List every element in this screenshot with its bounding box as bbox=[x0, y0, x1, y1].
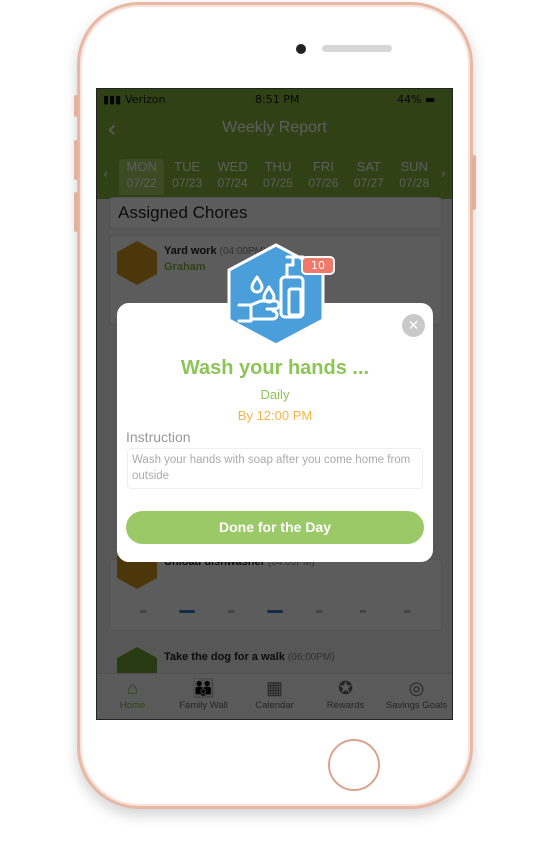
day-date: 07/23 bbox=[172, 176, 203, 190]
page-title: Weekly Report bbox=[222, 119, 327, 136]
close-button[interactable]: ✕ bbox=[402, 314, 425, 337]
clock: 8:51 PM bbox=[255, 93, 300, 106]
day-sat[interactable]: SAT 07/27 bbox=[346, 159, 391, 195]
chore-assignee: Graham bbox=[164, 261, 206, 273]
speaker bbox=[322, 45, 392, 52]
close-icon: ✕ bbox=[407, 317, 420, 333]
day-sun[interactable]: SUN 07/28 bbox=[392, 159, 437, 195]
day-thu[interactable]: THU 07/25 bbox=[255, 159, 300, 195]
next-week-button[interactable]: › bbox=[441, 167, 446, 182]
chore-modal: ✕ Wash your hands ... Daily By 12:00 PM … bbox=[117, 303, 433, 562]
award-icon: ✪ bbox=[337, 678, 354, 698]
mute-switch bbox=[74, 95, 78, 117]
tab-bar: ⌂ Home 👪 Family Wall ▦ Calendar ✪ Rewards ◎ Savin… bbox=[97, 673, 452, 719]
status-dash bbox=[140, 610, 146, 613]
battery-icon: ▬ bbox=[425, 93, 436, 106]
volume-up-button bbox=[74, 140, 78, 180]
app-screen: ▮▮▮ Verizon 8:51 PM 44% ▬ ‹ Weekly Repor… bbox=[96, 88, 453, 720]
day-date: 07/27 bbox=[353, 176, 384, 190]
assigned-chores-card: Assigned Chores bbox=[109, 197, 442, 229]
tab-label: Home bbox=[119, 700, 146, 711]
header: ▮▮▮ Verizon 8:51 PM 44% ▬ ‹ Weekly Repor… bbox=[97, 89, 452, 199]
tab-calendar[interactable]: ▦ Calendar bbox=[239, 674, 310, 719]
day-selector: MON 07/22 TUE 07/23 WED 07/24 THU 07/25 FRI 07/26… bbox=[119, 159, 437, 195]
chore-name: Take the dog for a walk (06:00PM) bbox=[164, 651, 335, 663]
instruction-label: Instruction bbox=[126, 429, 191, 445]
day-name: SAT bbox=[356, 159, 381, 174]
day-date: 07/28 bbox=[399, 176, 430, 190]
status-dash bbox=[360, 610, 366, 613]
tab-label: Savings Goals bbox=[385, 700, 448, 711]
power-button bbox=[472, 155, 476, 210]
chore-due-time: By 12:00 PM bbox=[237, 408, 313, 423]
day-name: FRI bbox=[312, 159, 334, 174]
tab-home[interactable]: ⌂ Home bbox=[97, 674, 168, 719]
day-date: 07/22 bbox=[126, 176, 157, 190]
day-wed[interactable]: WED 07/24 bbox=[210, 159, 255, 195]
done-for-the-day-button[interactable]: Done for the Day bbox=[126, 511, 424, 544]
chore-frequency: Daily bbox=[260, 387, 290, 402]
day-date: 07/25 bbox=[262, 176, 293, 190]
day-name: MON bbox=[126, 159, 157, 174]
home-button[interactable] bbox=[328, 739, 380, 791]
family-icon: 👪 bbox=[192, 678, 215, 698]
tab-savings-goals[interactable]: ◎ Savings Goals bbox=[381, 674, 452, 719]
day-date: 07/26 bbox=[308, 176, 339, 190]
target-icon: ◎ bbox=[408, 678, 425, 698]
signal-icon: ▮▮▮ bbox=[103, 93, 122, 106]
status-dash bbox=[179, 610, 195, 613]
prev-week-button[interactable]: ‹ bbox=[103, 167, 108, 182]
status-bar: ▮▮▮ Verizon 8:51 PM 44% ▬ bbox=[97, 93, 452, 111]
day-fri[interactable]: FRI 07/26 bbox=[301, 159, 346, 195]
day-mon[interactable]: MON 07/22 bbox=[119, 159, 165, 195]
status-dash bbox=[228, 610, 234, 613]
home-icon: ⌂ bbox=[127, 678, 138, 698]
volume-down-button bbox=[74, 192, 78, 232]
status-dash bbox=[316, 610, 322, 613]
calendar-icon: ▦ bbox=[265, 678, 283, 698]
day-date: 07/24 bbox=[217, 176, 248, 190]
chore-title: Wash your hands ... bbox=[180, 357, 370, 379]
chore-name: Yard work (04:00PM) bbox=[164, 245, 267, 257]
tab-label: Family Wall bbox=[179, 700, 228, 711]
chore-card[interactable] bbox=[109, 559, 442, 631]
day-name: THU bbox=[264, 159, 292, 174]
battery-percent: 44% bbox=[397, 93, 422, 106]
instruction-text: Wash your hands with soap after you come… bbox=[127, 448, 423, 489]
day-name: TUE bbox=[174, 159, 201, 174]
tab-label: Calendar bbox=[255, 700, 294, 711]
front-camera bbox=[296, 44, 306, 54]
status-dash bbox=[267, 610, 283, 613]
tab-family-wall[interactable]: 👪 Family Wall bbox=[168, 674, 239, 719]
section-title: Assigned Chores bbox=[118, 203, 248, 222]
tab-rewards[interactable]: ✪ Rewards bbox=[310, 674, 381, 719]
status-dash bbox=[404, 610, 410, 613]
day-name: SUN bbox=[400, 159, 428, 174]
day-tue[interactable]: TUE 07/23 bbox=[164, 159, 209, 195]
day-name: WED bbox=[217, 159, 248, 174]
tab-label: Rewards bbox=[326, 700, 365, 711]
carrier: Verizon bbox=[125, 93, 166, 106]
